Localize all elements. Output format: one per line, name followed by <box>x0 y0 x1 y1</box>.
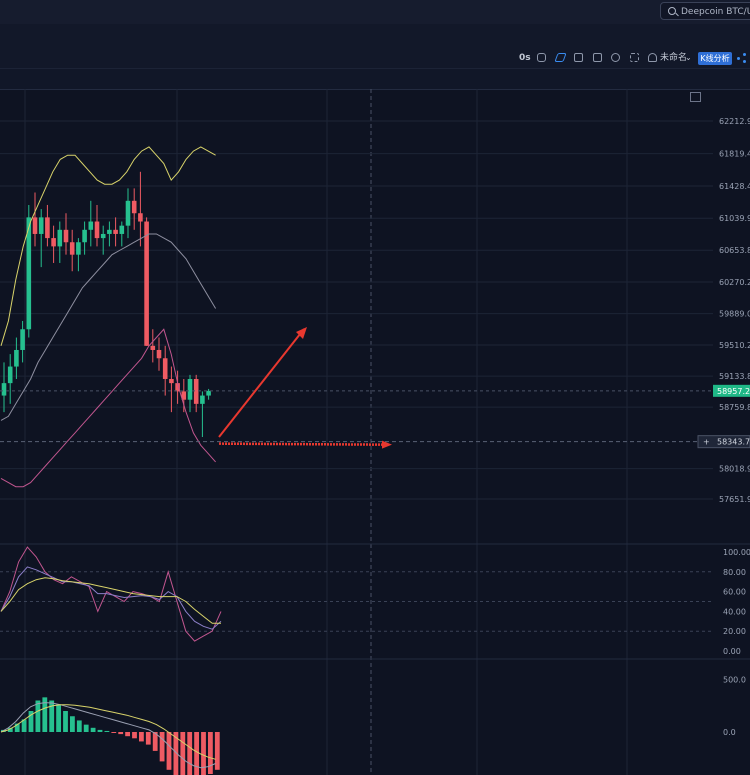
fullscreen-icon[interactable] <box>630 53 639 62</box>
crosshair-price-label: 58343.7 <box>717 438 750 447</box>
candle-body <box>138 213 143 222</box>
candle-body <box>144 221 149 346</box>
candle-body <box>162 358 168 379</box>
macd-histogram-bar <box>180 732 186 775</box>
candle-body <box>76 242 81 255</box>
candle-body <box>200 395 205 404</box>
candle-body <box>119 225 125 234</box>
cloud-icon[interactable] <box>648 53 657 62</box>
macd-histogram-bar <box>139 732 144 742</box>
price-tick-label: 61039.9 <box>719 214 750 223</box>
price-tick-label: 58018.9 <box>719 465 750 474</box>
candle-body <box>187 378 193 400</box>
price-tick-label: 61819.4 <box>719 150 750 159</box>
macd-tick-label: 500.0 <box>723 676 746 685</box>
crosshair-plus-icon: + <box>703 438 710 447</box>
macd-histogram-bar <box>111 732 117 733</box>
oscillator-line <box>0 566 222 630</box>
price-tick-label: 59133.8 <box>719 372 750 381</box>
kline-analysis-button[interactable]: K线分析 <box>698 52 732 65</box>
price-tick-label: 59510.2 <box>719 341 750 350</box>
share-icon[interactable] <box>737 53 747 63</box>
candle-body <box>14 349 19 367</box>
candle-body <box>69 242 75 255</box>
candle-body <box>94 221 100 239</box>
oscillator-tick-label: 40.00 <box>723 607 746 616</box>
horizontal-arrow <box>218 442 387 446</box>
oscillator-line <box>0 577 221 624</box>
candle-body <box>125 200 131 226</box>
candle-body <box>82 229 87 243</box>
screenshot-icon[interactable] <box>574 53 583 62</box>
macd-histogram-bar <box>194 732 199 775</box>
macd-histogram-bar <box>35 700 41 732</box>
candle-body <box>51 238 56 247</box>
oscillator-tick-label: 100.00 <box>723 548 750 557</box>
chart-canvas[interactable]: 62212.9 61819.4 61428.4 61039.9 60653.8 60270… <box>0 89 750 775</box>
macd-histogram-bar <box>125 732 130 737</box>
secondary-bar <box>0 24 750 49</box>
oscillator-tick-label: 20.00 <box>723 627 746 636</box>
candle-body <box>38 217 44 234</box>
price-tick-label: 62212.9 <box>719 117 750 126</box>
top-bar: Deepcoin BTC/USDT <box>0 0 750 25</box>
symbol-search-text: Deepcoin BTC/USDT <box>681 7 750 17</box>
candle-body <box>150 345 156 350</box>
oscillator-tick-label: 80.00 <box>723 568 746 577</box>
price-tick-label: 60653.8 <box>719 246 750 255</box>
search-icon <box>668 7 676 15</box>
macd-histogram-bar <box>63 711 68 732</box>
candle-body <box>45 217 50 239</box>
macd-histogram-bar <box>118 732 124 735</box>
macd-histogram-bar <box>70 716 75 732</box>
price-tick-label: 61428.4 <box>719 182 750 191</box>
candle-body <box>156 349 162 359</box>
macd-histogram-bar <box>208 732 213 774</box>
candle-body <box>169 378 174 384</box>
bollinger-upper-line <box>0 146 216 346</box>
macd-histogram-bar <box>187 732 193 775</box>
candle-body <box>32 217 38 234</box>
template-name[interactable]: 未命名 <box>660 50 687 66</box>
macd-histogram-bar <box>166 732 172 770</box>
price-tick-label: 59889.0 <box>719 310 750 319</box>
price-tick-label: 58759.8 <box>719 403 750 412</box>
candle-body <box>131 200 137 214</box>
settings-icon[interactable] <box>611 53 620 62</box>
candle-body <box>206 390 211 396</box>
candle-body <box>20 329 25 350</box>
macd-histogram-bar <box>104 730 110 732</box>
camera-icon[interactable] <box>537 53 546 62</box>
macd-histogram-bar <box>145 732 151 745</box>
macd-histogram-bar <box>97 729 103 732</box>
macd-histogram-bar <box>159 732 165 762</box>
last-price-label: 58957.2 <box>717 387 750 396</box>
candle-body <box>100 233 106 239</box>
candle-body <box>113 229 118 234</box>
macd-histogram-bar <box>201 732 206 775</box>
oscillator-tick-label: 0.00 <box>723 647 741 656</box>
candle-body <box>63 229 69 243</box>
save-icon[interactable] <box>593 53 602 62</box>
macd-histogram-bar <box>83 724 89 732</box>
candle-body <box>1 383 7 396</box>
interval-button[interactable]: 0s <box>519 50 531 66</box>
macd-histogram-bar <box>56 704 61 732</box>
candle-body <box>57 229 63 247</box>
chart-header <box>0 69 750 90</box>
macd-histogram-bar <box>214 732 220 770</box>
macd-histogram-bar <box>76 720 82 732</box>
candle-body <box>107 229 112 234</box>
macd-histogram-bar <box>90 727 96 732</box>
candle-body <box>193 378 199 404</box>
oscillator-tick-label: 60.00 <box>723 588 746 597</box>
symbol-search[interactable]: Deepcoin BTC/USDT <box>660 2 750 20</box>
macd-tick-label: 0.0 <box>723 728 736 737</box>
price-tick-label: 60270.2 <box>719 278 750 287</box>
chevron-down-icon[interactable]: ⌄ <box>685 50 692 66</box>
candle-body <box>88 221 94 230</box>
price-tick-label: 57651.9 <box>719 495 750 504</box>
candle-body <box>7 366 13 384</box>
macd-histogram-bar <box>132 732 137 739</box>
